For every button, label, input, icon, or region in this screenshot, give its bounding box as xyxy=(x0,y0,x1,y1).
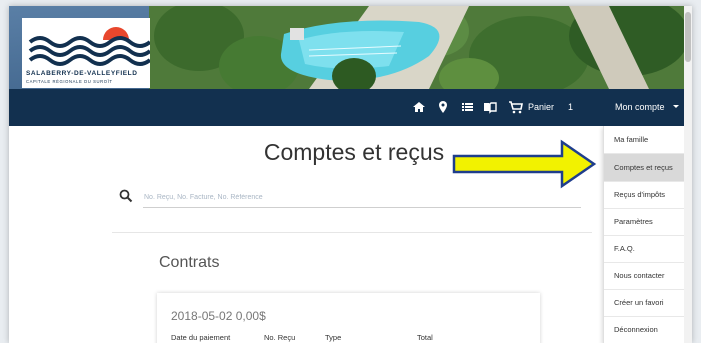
menu-item-nous-contacter[interactable]: Nous contacter xyxy=(604,262,690,289)
account-menu-button[interactable]: Mon compte xyxy=(615,102,665,112)
search-input[interactable] xyxy=(143,187,581,208)
list-icon[interactable] xyxy=(459,99,475,115)
book-icon[interactable] xyxy=(482,99,498,115)
logo-mark-icon xyxy=(22,27,150,70)
cart-label[interactable]: Panier xyxy=(528,102,554,112)
contract-heading: 2018-05-02 0,00$ xyxy=(171,309,266,323)
annotation-arrow-icon xyxy=(452,139,597,189)
column-header-receipt-no: No. Reçu xyxy=(264,333,296,342)
browser-page: SALABERRY-DE-VALLEYFIELD CAPITALE RÉGION… xyxy=(9,6,692,343)
account-dropdown-menu: Ma famille Comptes et reçus Reçus d'impô… xyxy=(603,126,690,343)
chevron-down-icon[interactable] xyxy=(670,100,682,112)
menu-item-ma-famille[interactable]: Ma famille xyxy=(604,126,690,153)
logo[interactable]: SALABERRY-DE-VALLEYFIELD CAPITALE RÉGION… xyxy=(22,18,150,88)
column-header-total: Total xyxy=(417,333,433,342)
menu-item-parametres[interactable]: Paramètres xyxy=(604,208,690,235)
vertical-scrollbar[interactable] xyxy=(684,6,692,343)
top-nav: Panier 1 Mon compte xyxy=(9,89,692,126)
cart-icon[interactable] xyxy=(508,99,524,115)
menu-item-recus-impots[interactable]: Reçus d'impôts xyxy=(604,181,690,208)
map-pin-icon[interactable] xyxy=(435,99,451,115)
menu-item-faq[interactable]: F.A.Q. xyxy=(604,235,690,262)
scrollbar-thumb[interactable] xyxy=(685,12,691,62)
menu-item-comptes-et-recus[interactable]: Comptes et reçus xyxy=(604,154,690,181)
menu-item-creer-un-favori[interactable]: Créer un favori xyxy=(604,289,690,316)
column-header-type: Type xyxy=(325,333,342,342)
contract-card: 2018-05-02 0,00$ Date du paiement No. Re… xyxy=(157,293,540,343)
logo-city-name: SALABERRY-DE-VALLEYFIELD xyxy=(26,70,138,77)
search-icon[interactable] xyxy=(119,189,133,203)
section-title-contracts: Contrats xyxy=(159,254,220,271)
logo-tagline: CAPITALE RÉGIONALE DU SUROÎT xyxy=(26,79,113,84)
cart-count: 1 xyxy=(568,102,574,112)
column-header-payment-date: Date du paiement xyxy=(171,333,231,342)
home-icon[interactable] xyxy=(411,99,427,115)
menu-item-deconnexion[interactable]: Déconnexion xyxy=(604,316,690,343)
divider xyxy=(112,232,592,233)
header-banner: SALABERRY-DE-VALLEYFIELD CAPITALE RÉGION… xyxy=(9,6,692,89)
